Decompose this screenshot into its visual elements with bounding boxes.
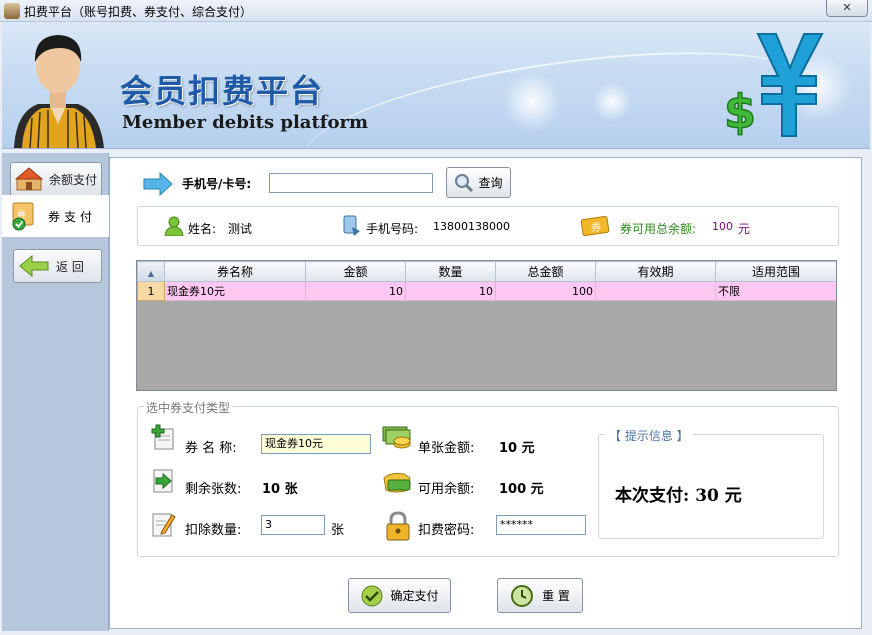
phone-label: 手机号码: bbox=[366, 222, 419, 236]
wallet-icon bbox=[383, 473, 411, 493]
yuan-dollar-icon: $ bbox=[723, 33, 824, 140]
payment-message: 本次支付: 30 元 bbox=[615, 486, 742, 506]
banner: 会员扣费平台 Member debits platform $ bbox=[2, 22, 870, 149]
column-header[interactable]: 有效期 bbox=[595, 261, 716, 282]
deduct-unit: 张 bbox=[331, 523, 345, 538]
confirm-payment-button[interactable]: 确定支付 bbox=[348, 578, 451, 613]
title-bar: 扣费平台（账号扣费、券支付、综合支付） ✕ bbox=[0, 0, 872, 22]
cell-qty: 10 bbox=[405, 281, 496, 301]
edit-document-icon bbox=[152, 513, 176, 537]
deduct-quantity-input[interactable]: 3 bbox=[261, 515, 325, 535]
remaining-value: 10 张 bbox=[262, 482, 298, 497]
column-header[interactable]: 总金额 bbox=[495, 261, 596, 282]
cell-total: 100 bbox=[495, 281, 596, 301]
remaining-label: 剩余张数: bbox=[185, 482, 242, 497]
table-row[interactable]: 1 现金券10元 10 10 100 不限 bbox=[137, 281, 836, 301]
refresh-clock-icon bbox=[511, 584, 534, 607]
back-label: 返 回 bbox=[56, 259, 84, 274]
available-value: 100 元 bbox=[499, 482, 544, 497]
cell-name: 现金券10元 bbox=[164, 281, 306, 301]
total-unit: 元 bbox=[738, 222, 751, 236]
home-icon bbox=[15, 167, 43, 191]
cash-icon bbox=[382, 426, 411, 449]
coupon-name-field[interactable]: 现金券10元 bbox=[261, 434, 371, 454]
column-header[interactable]: 金额 bbox=[305, 261, 406, 282]
query-label: 查询 bbox=[478, 176, 503, 190]
total-value: 100 bbox=[712, 220, 733, 233]
back-button[interactable]: 返 回 bbox=[13, 249, 102, 283]
total-label: 券可用总余额: bbox=[620, 222, 697, 236]
unit-amount-label: 单张金额: bbox=[418, 441, 475, 456]
window-title: 扣费平台（账号扣费、券支付、综合支付） bbox=[24, 5, 253, 19]
grid-header-row: ▲ 券名称 金额 数量 总金额 有效期 适用范围 bbox=[137, 261, 836, 282]
svg-text:券: 券 bbox=[591, 221, 601, 234]
document-arrow-icon bbox=[153, 469, 173, 493]
confirm-label: 确定支付 bbox=[390, 589, 439, 603]
user-avatar-icon bbox=[14, 35, 104, 148]
svg-text:$: $ bbox=[724, 85, 756, 139]
app-icon bbox=[4, 3, 20, 19]
coupon-name-label: 券 名 称: bbox=[185, 441, 237, 456]
close-button[interactable]: ✕ bbox=[826, 0, 868, 17]
nav-balance-payment[interactable]: 余额支付 bbox=[10, 162, 102, 196]
phone-icon bbox=[343, 215, 360, 236]
reset-button[interactable]: 重 置 bbox=[497, 578, 583, 613]
name-label: 姓名: bbox=[188, 222, 217, 236]
name-value: 测试 bbox=[228, 222, 253, 236]
member-info-bar: 姓名: 测试 手机号码: 13800138000 券 券可用总余额: 100 元 bbox=[137, 206, 839, 246]
row-index: 1 bbox=[137, 281, 165, 301]
search-icon bbox=[455, 173, 474, 192]
banner-subtitle: Member debits platform bbox=[122, 112, 369, 133]
query-button[interactable]: 查询 bbox=[446, 167, 511, 198]
row-header-corner[interactable]: ▲ bbox=[137, 261, 165, 282]
available-label: 可用余额: bbox=[418, 482, 475, 497]
cell-scope: 不限 bbox=[715, 281, 836, 301]
column-header[interactable]: 适用范围 bbox=[715, 261, 836, 282]
check-circle-icon bbox=[361, 585, 383, 606]
user-icon bbox=[164, 216, 184, 236]
password-input[interactable]: ****** bbox=[496, 515, 586, 535]
content-panel: 手机号/卡号: 查询 姓名: 测试 手机号码: 13800138000 券 券可… bbox=[109, 157, 862, 629]
group-legend: 选中券支付类型 bbox=[144, 399, 233, 416]
add-document-icon bbox=[151, 424, 174, 450]
password-label: 扣费密码: bbox=[418, 523, 475, 538]
nav-coupon-label: 券支付 bbox=[48, 209, 97, 224]
back-arrow-icon bbox=[19, 254, 49, 278]
coupon-icon: 券 bbox=[580, 216, 610, 236]
nav-coupon-payment[interactable]: 券 券支付 bbox=[2, 195, 110, 237]
banner-title: 会员扣费平台 bbox=[120, 72, 325, 110]
tip-box: 【 提示信息 】 本次支付: 30 元 bbox=[598, 427, 824, 539]
unit-amount-value: 10 元 bbox=[499, 441, 535, 456]
column-header[interactable]: 券名称 bbox=[164, 261, 306, 282]
tip-legend: 【 提示信息 】 bbox=[605, 427, 693, 444]
cell-expiry bbox=[595, 281, 716, 301]
arrow-right-icon bbox=[143, 172, 173, 196]
cell-amount: 10 bbox=[305, 281, 406, 301]
deduct-label: 扣除数量: bbox=[185, 523, 242, 538]
column-header[interactable]: 数量 bbox=[405, 261, 496, 282]
search-label: 手机号/卡号: bbox=[182, 177, 252, 191]
reset-label: 重 置 bbox=[542, 589, 570, 603]
lock-icon bbox=[386, 511, 410, 541]
phone-card-input[interactable] bbox=[269, 173, 433, 193]
coupon-grid[interactable]: ▲ 券名称 金额 数量 总金额 有效期 适用范围 1 现金券10元 10 10 … bbox=[136, 260, 837, 391]
coupon-check-icon: 券 bbox=[12, 202, 34, 231]
phone-value: 13800138000 bbox=[433, 220, 510, 233]
nav-balance-label: 余额支付 bbox=[49, 172, 98, 187]
left-nav: 余额支付 券 券支付 返 回 bbox=[2, 153, 110, 631]
